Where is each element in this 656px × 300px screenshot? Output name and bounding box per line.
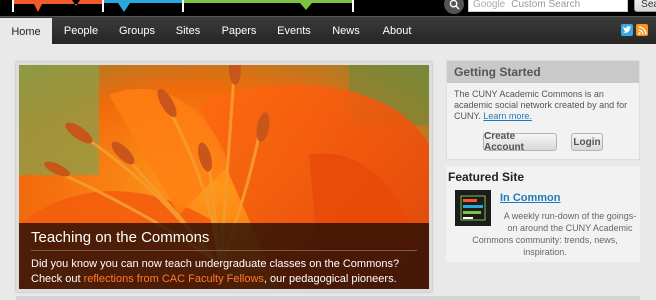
cuny-commons-logo: [458, 193, 488, 223]
feature-slideshow[interactable]: Teaching on the Commons Did you know you…: [16, 62, 432, 292]
nav-item-people[interactable]: People: [54, 17, 108, 45]
social-icons: [621, 24, 648, 36]
featured-site-description-1: A weekly run-down of the goings-on aroun…: [503, 211, 637, 233]
feature-caption: Teaching on the Commons Did you know you…: [19, 223, 429, 289]
getting-started-panel: Getting Started The CUNY Academic Common…: [446, 60, 640, 160]
top-header: Google Custom Search Search: [0, 0, 656, 16]
search-area: Google Custom Search Search: [444, 0, 656, 14]
feature-title[interactable]: Teaching on the Commons: [31, 229, 417, 251]
learn-more-link[interactable]: Learn more.: [483, 111, 532, 121]
nav-item-papers[interactable]: Papers: [214, 17, 264, 45]
nav-item-sites[interactable]: Sites: [166, 17, 210, 45]
twitter-icon[interactable]: [621, 24, 633, 36]
featured-site-description-2: Commons community: trends, news, inspira…: [472, 235, 618, 257]
feature-text: Did you know you can now teach undergrad…: [31, 257, 417, 287]
featured-site-panel: Featured Site In Common A weekly run-dow…: [446, 166, 640, 262]
search-icon[interactable]: [444, 0, 464, 14]
nav-item-events[interactable]: Events: [268, 17, 320, 45]
nav-item-groups[interactable]: Groups: [110, 17, 164, 45]
featured-site-thumbnail[interactable]: [455, 190, 491, 226]
feature-text-after: , our pedagogical pioneers.: [263, 273, 397, 285]
featured-site-heading: Featured Site: [448, 170, 525, 184]
site-logo-banner[interactable]: [12, 0, 372, 12]
faculty-fellows-link[interactable]: reflections from CAC Faculty Fellows: [84, 273, 264, 285]
search-button[interactable]: Search: [634, 0, 656, 12]
main-nav: Home People Groups Sites Papers Events N…: [0, 16, 656, 46]
create-account-button[interactable]: Create Account: [483, 131, 557, 153]
nav-item-about[interactable]: About: [372, 17, 422, 45]
getting-started-title: Getting Started: [447, 61, 639, 83]
login-button[interactable]: Login: [571, 133, 603, 151]
featured-site-link[interactable]: In Common: [500, 192, 561, 204]
nav-item-news[interactable]: News: [324, 17, 368, 45]
nav-item-home[interactable]: Home: [0, 18, 52, 46]
getting-started-text: The CUNY Academic Commons is an academic…: [447, 83, 639, 128]
google-label: Google: [473, 0, 506, 10]
intro-text: The CUNY Academic Commons is an academic…: [454, 89, 628, 121]
content-divider: [16, 296, 640, 300]
search-input[interactable]: Google Custom Search: [468, 0, 628, 12]
search-placeholder: Custom Search: [511, 0, 581, 10]
rss-icon[interactable]: [636, 24, 648, 36]
